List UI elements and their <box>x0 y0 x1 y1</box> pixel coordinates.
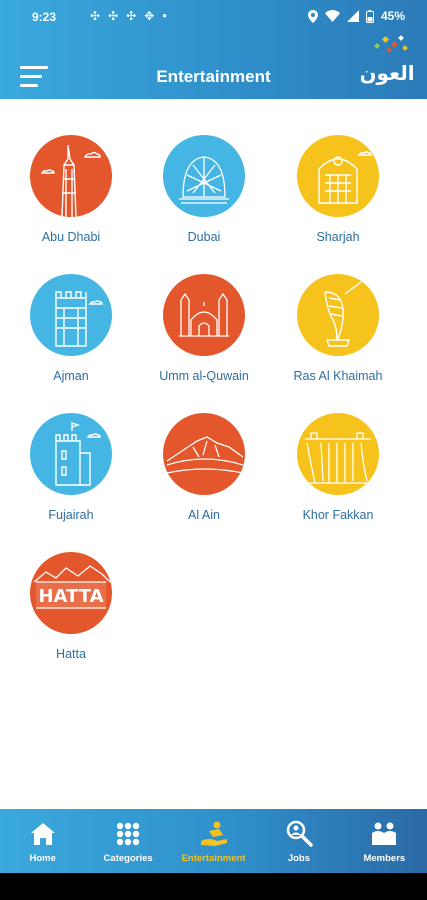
notification-drone-icon: ✣ <box>90 9 101 23</box>
wifi-icon <box>324 10 340 22</box>
app-header: 9:23 ✣ ✣ ✣ ✥ ● 45% Entertainment العون <box>0 0 427 99</box>
emirate-label: Umm al-Quwain <box>159 369 249 383</box>
notification-icons: ✣ ✣ ✣ ✥ ● <box>90 9 167 23</box>
emirate-label: Al Ain <box>188 508 220 522</box>
mountain-icon <box>163 413 245 495</box>
home-icon <box>30 823 55 845</box>
nav-categories[interactable]: Categories <box>85 809 170 873</box>
fort-tower-icon <box>30 274 112 356</box>
svg-text:العون: العون <box>361 61 413 85</box>
emirate-label: Hatta <box>56 647 86 661</box>
status-right: 45% <box>307 9 405 23</box>
nav-label: Home <box>29 853 56 864</box>
system-navigation-bar <box>0 873 427 900</box>
emirate-tile-khor-fakkan[interactable]: Khor Fakkan <box>273 413 403 522</box>
emirate-tile-fujairah[interactable]: Fujairah <box>6 413 136 522</box>
emirate-tile-sharjah[interactable]: Sharjah <box>273 135 403 244</box>
notification-drone-icon: ✣ <box>108 9 119 23</box>
nav-entertainment[interactable]: Entertainment <box>171 809 256 873</box>
emirate-tile-ajman[interactable]: Ajman <box>6 274 136 383</box>
watch-tower-icon <box>30 413 112 495</box>
emirate-tile-umm-al-quwain[interactable]: Umm al-Quwain <box>139 274 269 383</box>
notification-fan-icon: ✥ <box>144 9 155 23</box>
dome-building-icon <box>163 135 245 217</box>
emirate-label: Sharjah <box>316 230 360 244</box>
emirate-label: Khor Fakkan <box>302 508 374 522</box>
emirate-tile-hatta[interactable]: HATTA Hatta <box>6 552 136 661</box>
battery-percent: 45% <box>380 9 405 23</box>
notification-dot-icon: ● <box>162 11 168 20</box>
nav-label: Categories <box>103 853 153 864</box>
nav-members[interactable]: Members <box>342 809 427 873</box>
battery-icon <box>365 9 374 23</box>
hatta-sign-text: HATTA <box>38 586 103 607</box>
entertainment-icon <box>200 821 227 846</box>
signal-icon <box>346 10 359 22</box>
nav-label: Jobs <box>287 853 311 864</box>
emirate-label: Ajman <box>53 369 89 383</box>
status-time: 9:23 <box>32 10 57 24</box>
emirate-tile-ras-al-khaimah[interactable]: Ras Al Khaimah <box>273 274 403 383</box>
nav-label: Members <box>363 853 406 864</box>
emirate-label: Ras Al Khaimah <box>293 369 383 383</box>
bottom-navigation: Home Categories Entertainment Jobs Membe… <box>0 809 427 873</box>
emirate-label: Abu Dhabi <box>41 230 101 244</box>
location-icon <box>307 9 318 23</box>
nav-jobs[interactable]: Jobs <box>256 809 341 873</box>
app-logo: العون <box>361 35 413 85</box>
hatta-sign-icon: HATTA <box>30 552 112 634</box>
sail-monument-icon <box>297 274 379 356</box>
status-bar: 9:23 ✣ ✣ ✣ ✥ ● 45% <box>0 0 427 34</box>
members-icon <box>372 822 397 845</box>
arch-building-icon <box>297 135 379 217</box>
grid-icon <box>116 822 140 846</box>
waterfall-icon <box>297 413 379 495</box>
emirate-label: Dubai <box>187 230 221 244</box>
emirate-tile-al-ain[interactable]: Al Ain <box>139 413 269 522</box>
notification-drone-icon: ✣ <box>126 9 137 23</box>
emirate-label: Fujairah <box>48 508 94 522</box>
emirate-tile-abu-dhabi[interactable]: Abu Dhabi <box>6 135 136 244</box>
mosque-icon <box>163 274 245 356</box>
nav-home[interactable]: Home <box>0 809 85 873</box>
emirate-tile-dubai[interactable]: Dubai <box>139 135 269 244</box>
nav-label: Entertainment <box>181 853 246 864</box>
job-search-icon <box>286 820 313 847</box>
burj-tower-icon <box>30 135 112 217</box>
